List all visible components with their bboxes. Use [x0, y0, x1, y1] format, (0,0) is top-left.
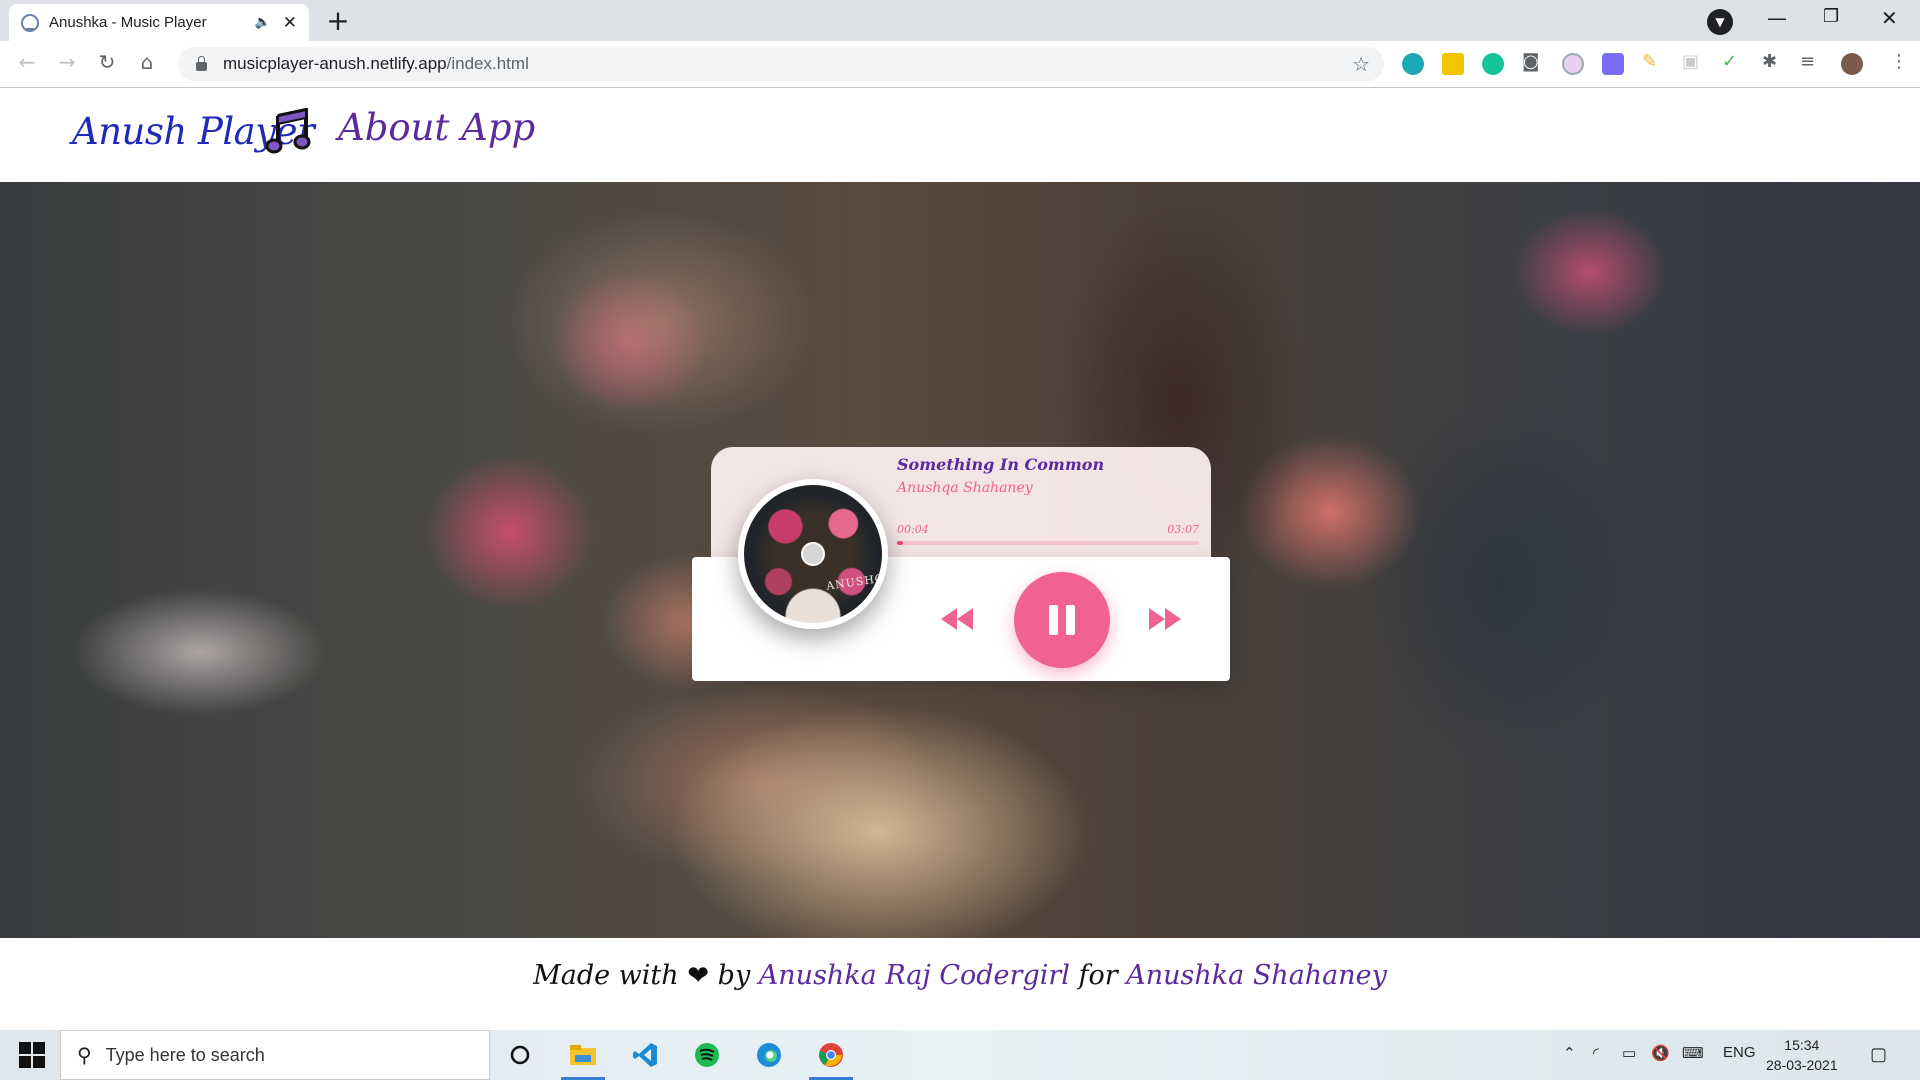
site-footer: Made with ❤ by Anushka Raj Codergirl for… [0, 938, 1920, 1030]
nav-about-app-link[interactable]: About App [338, 106, 535, 149]
bookmark-star-icon[interactable]: ☆ [1352, 52, 1370, 76]
rewind-icon [941, 608, 973, 630]
search-icon: ⚲ [77, 1043, 92, 1067]
pause-icon-bar [1066, 605, 1075, 635]
extension-pencil-icon[interactable]: ✎ [1642, 51, 1657, 72]
battery-icon[interactable]: ▭ [1622, 1044, 1636, 1062]
lock-icon[interactable] [196, 55, 207, 71]
restore-icon[interactable]: ❐ [1823, 6, 1839, 27]
spotify-icon[interactable] [687, 1038, 727, 1072]
clock-date: 28-03-2021 [1766, 1057, 1838, 1073]
progress-fill [897, 541, 904, 545]
window-close-icon[interactable]: ✕ [1881, 6, 1898, 30]
extension-avatar-icon[interactable] [1562, 53, 1584, 75]
taskbar-search-box[interactable]: ⚲ Type here to search [60, 1030, 490, 1080]
minimize-icon[interactable]: — [1767, 6, 1787, 30]
previous-button[interactable] [937, 599, 977, 639]
windows-start-icon[interactable] [10, 1040, 54, 1070]
tray-chevron-icon[interactable]: ⌃ [1563, 1044, 1576, 1062]
taskbar-clock[interactable]: 15:34 28-03-2021 [1766, 1035, 1838, 1075]
profile-avatar-icon[interactable] [1841, 53, 1863, 75]
url-text[interactable]: musicplayer-anush.netlify.app/index.html [223, 54, 1352, 74]
volume-muted-icon[interactable]: 🔇 [1651, 1044, 1670, 1062]
reload-icon[interactable]: ↻ [92, 50, 122, 74]
chrome-icon[interactable] [809, 1038, 853, 1080]
pause-icon [1049, 605, 1058, 635]
windows-taskbar: ⚲ Type here to search ⌃ ◜ ▭ 🔇 ⌨ ENG 15:3… [0, 1030, 1920, 1080]
next-button[interactable] [1145, 599, 1185, 639]
keyboard-icon[interactable]: ⌨ [1682, 1044, 1704, 1062]
new-tab-button[interactable]: + [322, 6, 354, 38]
by-text: by [717, 960, 751, 991]
author-link[interactable]: Anushka Raj Codergirl [759, 960, 1070, 991]
footer-credit: Made with ❤ by Anushka Raj Codergirl for… [0, 960, 1920, 991]
clock-time: 15:34 [1784, 1037, 1820, 1053]
current-time: 00:04 [897, 523, 929, 536]
omnibox[interactable]: musicplayer-anush.netlify.app/index.html… [178, 47, 1384, 81]
extension-yellow-icon[interactable] [1442, 53, 1464, 75]
heart-icon: ❤ [687, 961, 710, 991]
progress-bar[interactable] [897, 541, 1199, 545]
camera-icon[interactable]: ◙ [1522, 51, 1539, 72]
search-placeholder: Type here to search [105, 1044, 265, 1065]
tab-title: Anushka - Music Player [49, 14, 207, 31]
time-display: 00:04 03:07 [897, 523, 1199, 536]
file-explorer-icon[interactable] [561, 1038, 605, 1080]
reading-list-icon[interactable]: ≡ [1800, 51, 1815, 72]
wifi-icon[interactable]: ◜ [1593, 1044, 1599, 1062]
edge-icon[interactable] [749, 1038, 789, 1072]
browser-tab-strip: Anushka - Music Player 🔈 ✕ + ▼ — ❐ ✕ [0, 0, 1920, 41]
notifications-icon[interactable]: ▢ [1870, 1044, 1887, 1065]
album-cover-text: ANUSHQA [825, 570, 888, 593]
song-artist: Anushqa Shahaney [897, 480, 1033, 496]
fast-forward-icon [1149, 608, 1181, 630]
vscode-icon[interactable] [625, 1038, 665, 1072]
made-with-text: Made with [533, 960, 679, 991]
back-icon[interactable]: ← [12, 50, 42, 74]
language-indicator[interactable]: ENG [1723, 1044, 1756, 1061]
duration: 03:07 [1167, 523, 1199, 536]
tab-search-icon[interactable]: ▼ [1707, 9, 1733, 35]
browser-tab[interactable]: Anushka - Music Player 🔈 ✕ [9, 4, 309, 41]
cortana-icon[interactable] [500, 1038, 540, 1072]
music-note-icon [266, 108, 311, 154]
pause-button[interactable] [1014, 572, 1110, 668]
browser-menu-icon[interactable]: ⋮ [1890, 51, 1908, 72]
song-title: Something In Common [897, 455, 1105, 474]
home-icon[interactable]: ⌂ [132, 50, 162, 74]
url-host: musicplayer-anush.netlify.app [223, 54, 447, 73]
address-bar-row: ← → ↻ ⌂ musicplayer-anush.netlify.app/in… [0, 41, 1920, 88]
extension-purple-icon[interactable] [1602, 53, 1624, 75]
headphones-favicon-icon [21, 13, 39, 32]
close-tab-icon[interactable]: ✕ [283, 13, 297, 33]
extension-m-icon[interactable] [1402, 53, 1424, 75]
grammarly-icon[interactable] [1482, 53, 1504, 75]
for-text: for [1078, 960, 1118, 991]
disc-center-hole [801, 542, 825, 566]
url-path: /index.html [446, 54, 529, 73]
forward-icon[interactable]: → [52, 50, 82, 74]
site-header: Anush Player About App [0, 88, 1920, 182]
dedicatee-link[interactable]: Anushka Shahaney [1126, 960, 1387, 991]
puzzle-extensions-icon[interactable]: ✱ [1762, 51, 1777, 72]
extension-green-icon[interactable]: ✓ [1722, 51, 1737, 72]
extension-gray-icon[interactable]: ▣ [1682, 51, 1699, 72]
speaker-icon[interactable]: 🔈 [255, 15, 271, 30]
album-art-disc: ANUSHQA [738, 479, 888, 629]
